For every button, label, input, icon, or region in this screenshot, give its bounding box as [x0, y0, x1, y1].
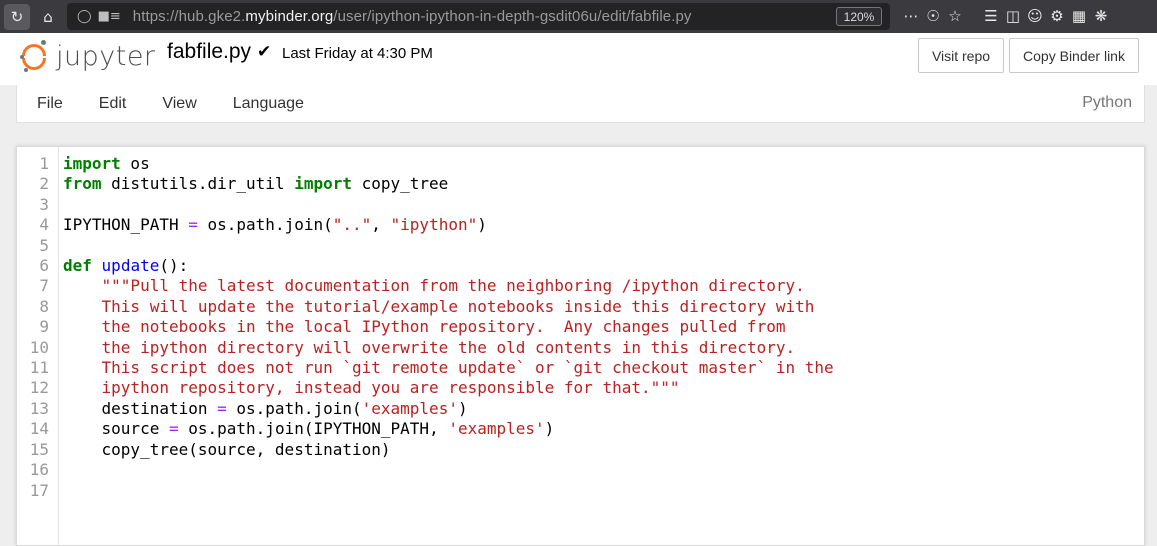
grid-icon[interactable]: ▦ [1068, 3, 1090, 29]
code-line[interactable]: from distutils.dir_util import copy_tree [63, 174, 834, 194]
addon-icon[interactable]: ❋ [1090, 3, 1112, 29]
library-icon[interactable]: ☰ [980, 3, 1002, 29]
jupyter-logo[interactable]: jupyter [20, 39, 156, 73]
code-line[interactable]: """Pull the latest documentation from th… [63, 276, 834, 296]
pocket-icon[interactable]: ☉ [922, 3, 944, 29]
bookmark-star-icon[interactable]: ☆ [944, 3, 966, 29]
account-icon[interactable]: ☺ [1024, 3, 1046, 29]
code-line[interactable]: This will update the tutorial/example no… [63, 297, 834, 317]
menu-file[interactable]: File [17, 95, 81, 113]
line-number: 6 [39, 256, 49, 276]
code-line[interactable]: import os [63, 154, 834, 174]
code-content[interactable]: import os from distutils.dir_util import … [63, 154, 834, 481]
code-line[interactable]: ​ [63, 195, 834, 215]
home-icon[interactable]: ⌂ [34, 4, 62, 30]
menu-edit[interactable]: Edit [81, 95, 145, 113]
line-number: 7 [39, 276, 49, 296]
code-line[interactable]: destination = os.path.join('examples') [63, 399, 834, 419]
line-number: 9 [39, 317, 49, 337]
checkmark-icon: ✔ [257, 42, 272, 62]
url-bar[interactable]: ◯ ■≡ https://hub.gke2.mybinder.org/user/… [67, 3, 890, 30]
lock-icon[interactable]: ■≡ [98, 9, 121, 24]
code-line[interactable]: the ipython directory will overwrite the… [63, 338, 834, 358]
code-line[interactable]: This script does not run `git remote upd… [63, 358, 834, 378]
code-line[interactable]: def update(): [63, 256, 834, 276]
visit-repo-button[interactable]: Visit repo [918, 38, 1004, 73]
line-number: 16 [29, 460, 49, 480]
line-number: 10 [29, 337, 49, 357]
line-number: 11 [29, 358, 49, 378]
jupyter-header: jupyter fabfile.py ✔ Last Friday at 4:30… [0, 33, 1157, 85]
line-number: 2 [39, 174, 49, 194]
jupyter-logo-icon [20, 39, 48, 73]
menu-view[interactable]: View [144, 95, 214, 113]
line-number: 12 [29, 378, 49, 398]
menu-bar: File Edit View Language Python [16, 85, 1145, 123]
code-line[interactable]: source = os.path.join(IPYTHON_PATH, 'exa… [63, 419, 834, 439]
line-number: 3 [39, 194, 49, 214]
more-icon[interactable]: ⋯ [900, 3, 922, 29]
line-gutter: 1 2 3 4 5 6 7 8 9 10 11 12 13 14 15 16 17 [17, 147, 59, 545]
code-line[interactable]: ipython repository, instead you are resp… [63, 378, 834, 398]
line-number: 1 [39, 154, 49, 173]
kernel-name: Python [1082, 94, 1132, 111]
line-number: 8 [39, 296, 49, 316]
zoom-level[interactable]: 120% [836, 7, 882, 26]
line-number: 17 [29, 480, 49, 500]
url-text[interactable]: https://hub.gke2.mybinder.org/user/ipyth… [133, 8, 692, 25]
sidebar-icon[interactable]: ◫ [1002, 3, 1024, 29]
code-line[interactable]: copy_tree(source, destination) [63, 440, 834, 460]
filename[interactable]: fabfile.py [167, 40, 251, 64]
code-line[interactable]: IPYTHON_PATH = os.path.join("..", "ipyth… [63, 215, 834, 235]
code-line[interactable]: ​ [63, 460, 834, 480]
line-numbers: 1 2 3 4 5 6 7 8 9 10 11 12 13 14 15 16 17 [17, 154, 49, 501]
line-number: 15 [29, 439, 49, 459]
reload-icon[interactable]: ↻ [4, 3, 30, 30]
code-editor[interactable]: 1 2 3 4 5 6 7 8 9 10 11 12 13 14 15 16 17 import os from … [16, 146, 1145, 546]
line-number: 5 [39, 235, 49, 255]
shield-icon[interactable]: ◯ [77, 9, 92, 24]
logo-text: jupyter [56, 40, 156, 72]
browser-toolbar: ↻ ⌂ ◯ ■≡ https://hub.gke2.mybinder.org/u… [0, 0, 1157, 33]
extension-icon[interactable]: ⚙ [1046, 3, 1068, 29]
code-line[interactable]: ​ [63, 236, 834, 256]
line-number: 4 [39, 215, 49, 235]
line-number: 14 [29, 419, 49, 439]
last-saved: Last Friday at 4:30 PM [282, 45, 433, 62]
menu-language[interactable]: Language [215, 95, 322, 113]
code-line[interactable]: the notebooks in the local IPython repos… [63, 317, 834, 337]
copy-binder-link-button[interactable]: Copy Binder link [1009, 38, 1139, 73]
line-number: 13 [29, 398, 49, 418]
